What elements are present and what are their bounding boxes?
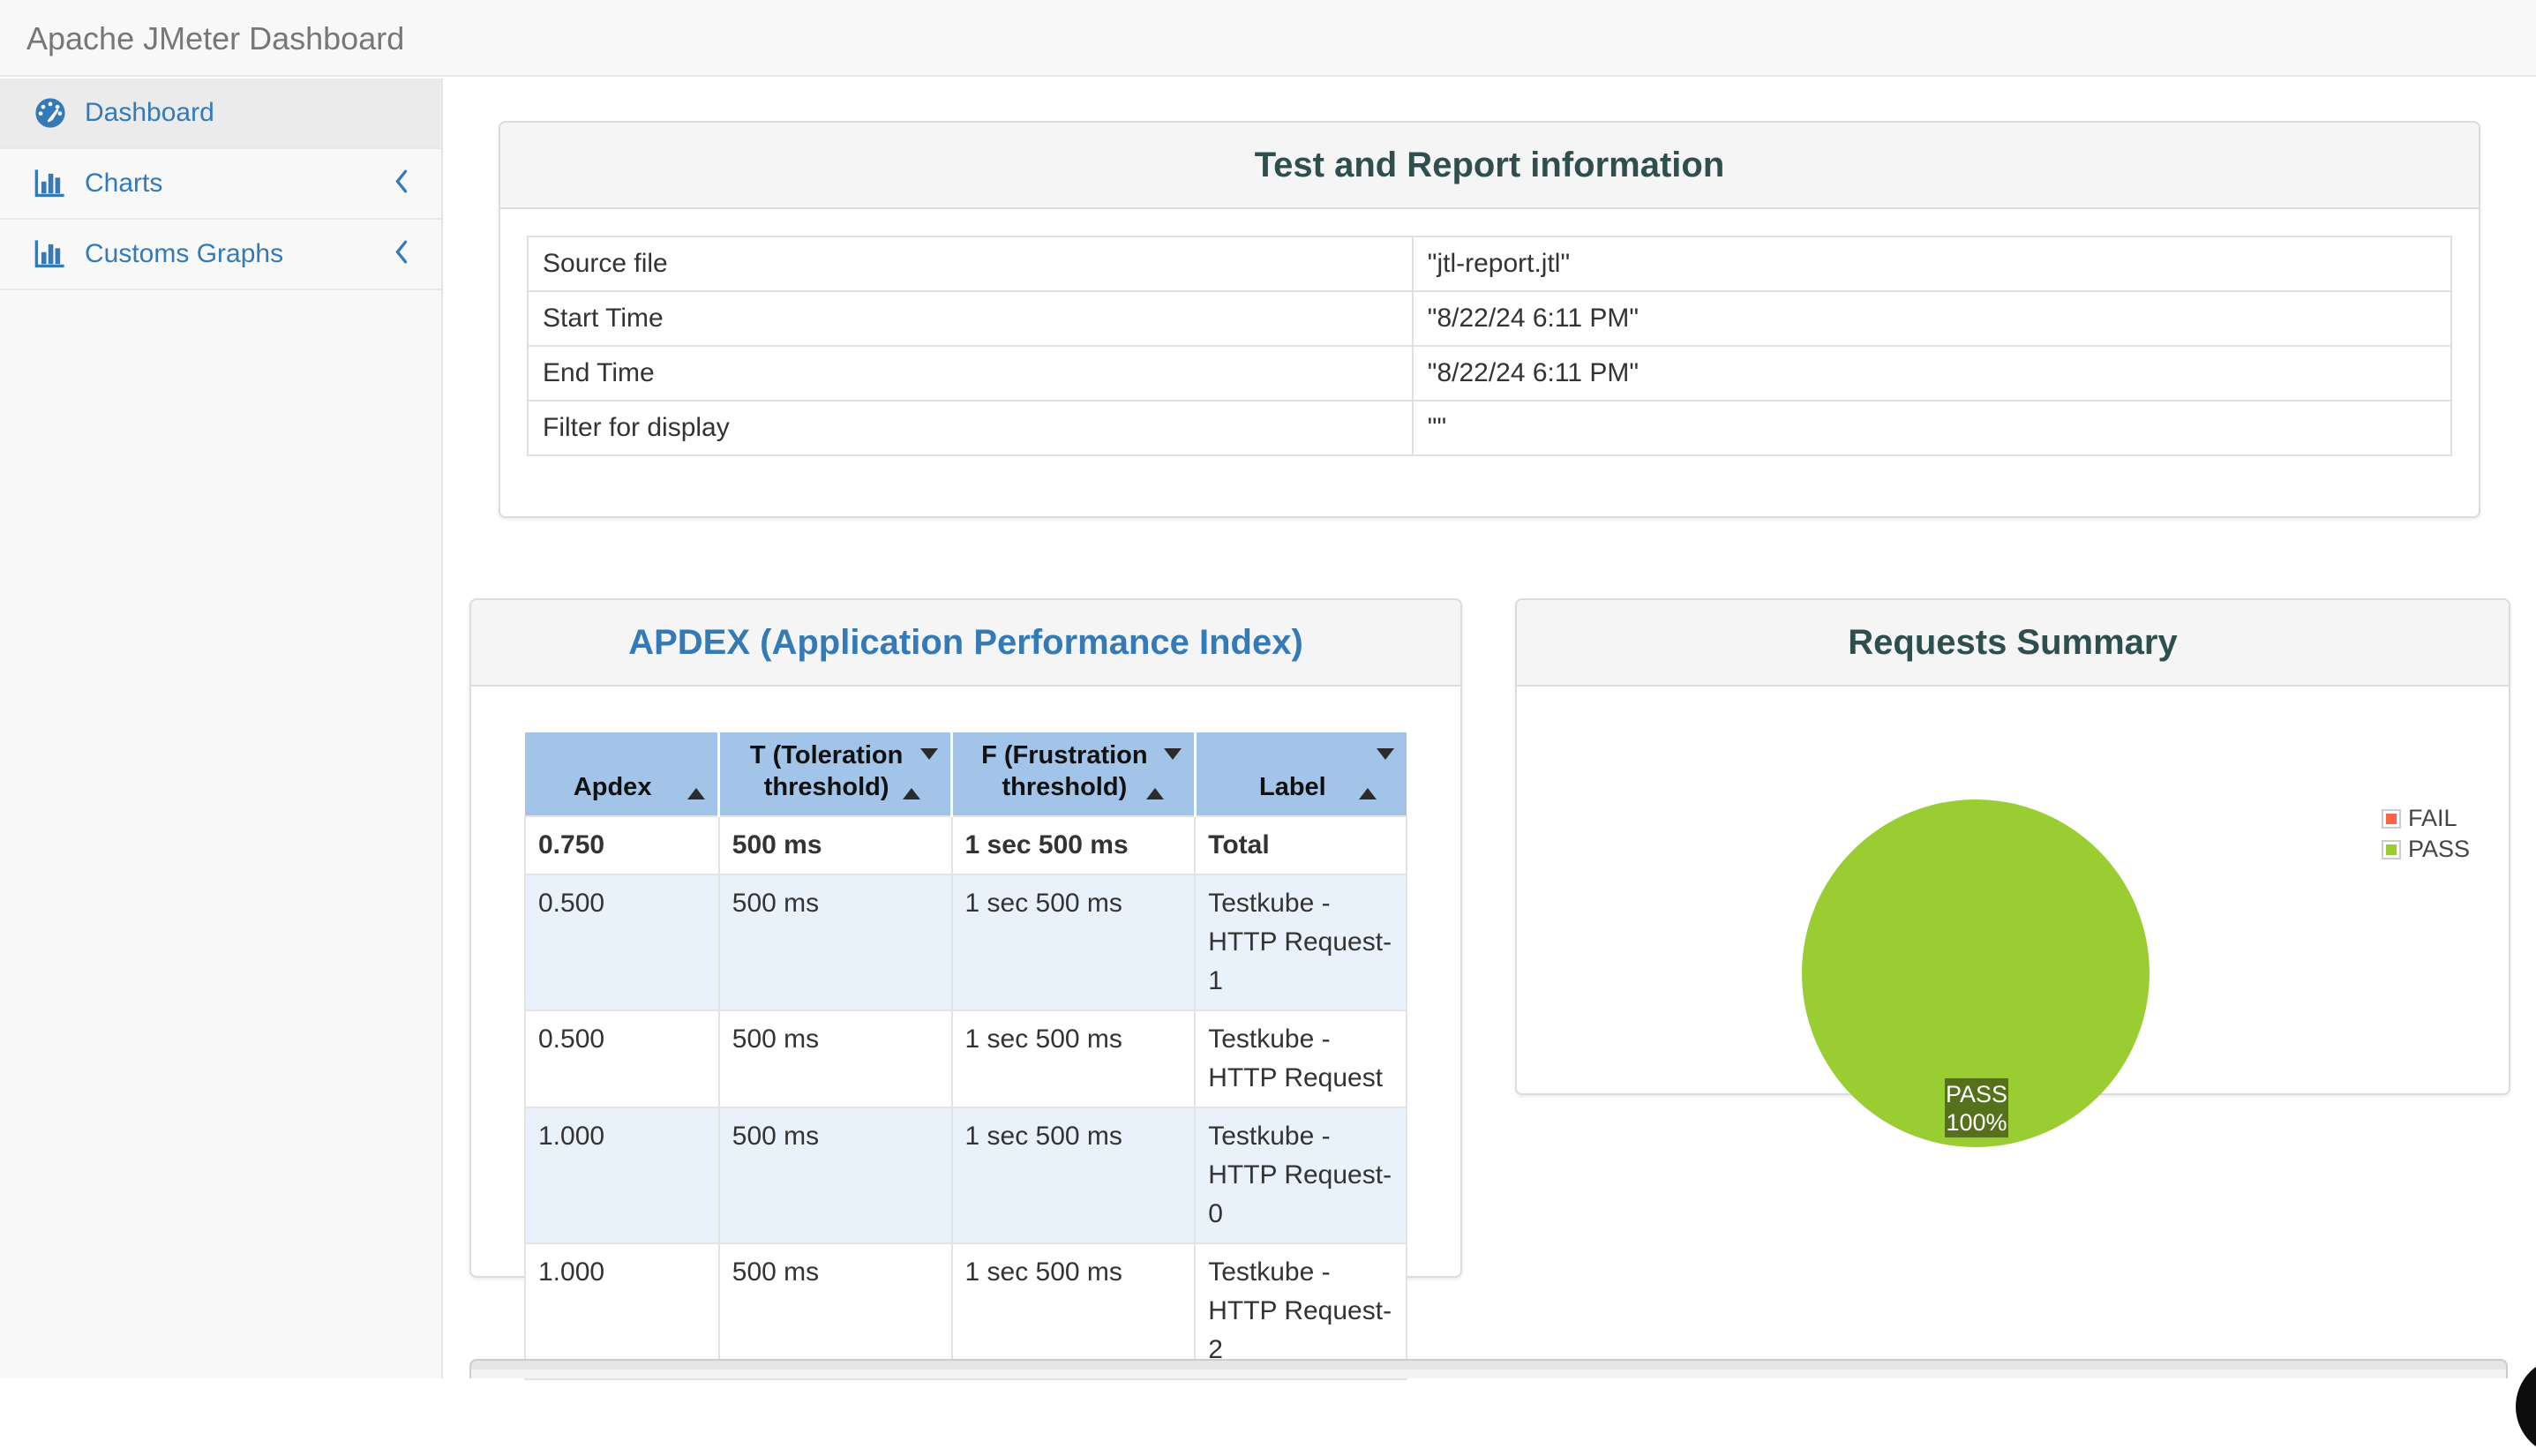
gauge-icon <box>34 96 69 130</box>
info-value: "" <box>1411 400 2453 456</box>
sort-both-icon <box>903 748 938 799</box>
info-label: Start Time <box>527 290 1414 347</box>
table-row: End Time "8/22/24 6:11 PM" <box>527 345 2453 402</box>
table-row: Filter for display "" <box>527 400 2453 456</box>
requests-summary-panel: Requests Summary PASS 100% FAIL PASS <box>1515 598 2510 1147</box>
info-value: "jtl-report.jtl" <box>1411 236 2453 292</box>
sidebar: Dashboard Charts Customs Graphs <box>0 79 443 1378</box>
panel-title: Requests Summary <box>1848 623 2178 662</box>
apdex-panel: APDEX (Application Performance Index) Ap… <box>469 598 1462 1380</box>
test-info-table: Source file "jtl-report.jtl" Start Time … <box>527 236 2453 456</box>
sidebar-item-label: Charts <box>85 169 163 198</box>
requests-summary-chart: PASS 100% FAIL PASS <box>1517 687 2509 1147</box>
panel-body: Source file "jtl-report.jtl" Start Time … <box>500 209 2479 483</box>
pie-center-label: PASS 100% <box>1945 1078 2008 1137</box>
legend-item-pass[interactable]: PASS <box>2381 836 2470 863</box>
table-row: Source file "jtl-report.jtl" <box>527 236 2453 292</box>
test-report-info-panel: Test and Report information Source file … <box>499 121 2480 518</box>
column-header-apdex[interactable]: Apdex <box>525 732 719 816</box>
apdex-table: Apdex T (Toleration threshold) F (Frustr… <box>524 732 1407 1380</box>
sidebar-item-customs-graphs[interactable]: Customs Graphs <box>0 220 441 290</box>
sort-both-icon <box>1359 748 1394 799</box>
app-title: Apache JMeter Dashboard <box>26 20 405 56</box>
bar-chart-icon <box>34 169 69 199</box>
column-header-toleration[interactable]: T (Toleration threshold) <box>717 732 952 816</box>
sort-both-icon <box>1145 748 1182 799</box>
info-label: Filter for display <box>527 400 1414 456</box>
table-row: 1.000 500 ms 1 sec 500 ms Testkube - HTT… <box>524 1107 1407 1244</box>
sidebar-item-charts[interactable]: Charts <box>0 149 441 220</box>
info-value: "8/22/24 6:11 PM" <box>1411 290 2453 347</box>
pass-swatch-icon <box>2381 839 2401 859</box>
sidebar-item-label: Dashboard <box>85 98 214 127</box>
chevron-left-icon[interactable] <box>394 169 409 199</box>
corner-overlay <box>2516 1357 2536 1456</box>
top-navbar: Apache JMeter Dashboard <box>0 0 2536 77</box>
table-row: 0.500 500 ms 1 sec 500 ms Testkube - HTT… <box>524 874 1407 1011</box>
panel-title: Test and Report information <box>1254 146 1725 184</box>
sidebar-item-label: Customs Graphs <box>85 239 284 268</box>
table-row: Start Time "8/22/24 6:11 PM" <box>527 290 2453 347</box>
panel-heading: Test and Report information <box>500 123 2479 209</box>
table-row: 0.750 500 ms 1 sec 500 ms Total <box>524 815 1407 875</box>
info-label: Source file <box>527 236 1414 292</box>
table-row: 0.500 500 ms 1 sec 500 ms Testkube - HTT… <box>524 1009 1407 1108</box>
fail-swatch-icon <box>2381 808 2401 829</box>
info-value: "8/22/24 6:11 PM" <box>1411 345 2453 402</box>
chart-legend: FAIL PASS <box>2381 805 2470 867</box>
legend-item-fail[interactable]: FAIL <box>2381 805 2470 832</box>
chevron-left-icon[interactable] <box>394 239 409 270</box>
panel-title: APDEX (Application Performance Index) <box>628 623 1303 662</box>
sort-asc-icon <box>687 758 706 799</box>
table-header-row: Apdex T (Toleration threshold) F (Frustr… <box>525 732 1407 816</box>
column-header-frustration[interactable]: F (Frustration threshold) <box>950 732 1196 816</box>
sidebar-item-dashboard[interactable]: Dashboard <box>0 79 441 149</box>
bar-chart-icon <box>34 239 69 269</box>
panel-heading: APDEX (Application Performance Index) <box>471 600 1460 687</box>
panel-heading: Requests Summary <box>1517 600 2509 687</box>
info-label: End Time <box>527 345 1414 402</box>
next-panel-heading-peek <box>469 1359 2508 1378</box>
panel-body: Apdex T (Toleration threshold) F (Frustr… <box>471 687 1460 1407</box>
column-header-label[interactable]: Label <box>1193 732 1407 816</box>
